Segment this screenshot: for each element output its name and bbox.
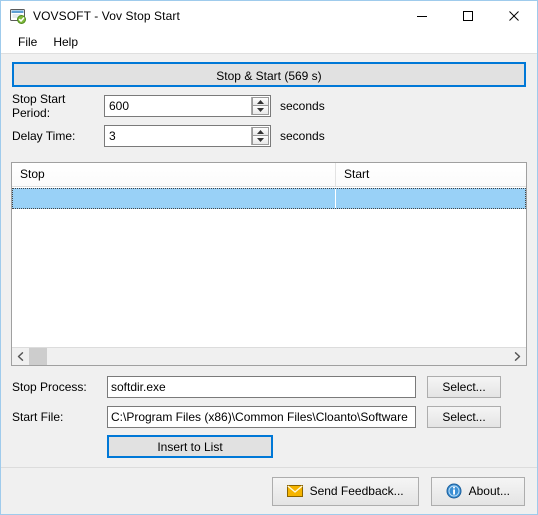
start-file-row: Start File: Select... xyxy=(12,405,526,428)
about-label: About... xyxy=(468,484,510,498)
stop-start-period-label: Stop Start Period: xyxy=(12,92,66,120)
insert-to-list-button[interactable]: Insert to List xyxy=(107,435,273,458)
spinner-down-button[interactable] xyxy=(252,106,269,115)
schedule-list-view[interactable]: Stop Start xyxy=(11,162,527,366)
envelope-icon xyxy=(286,485,303,497)
start-file-input[interactable] xyxy=(107,405,416,428)
menu-item-help[interactable]: Help xyxy=(45,33,86,51)
start-file-select-button[interactable]: Select... xyxy=(427,405,501,428)
horizontal-scrollbar[interactable] xyxy=(12,347,526,365)
delay-time-unit: seconds xyxy=(280,129,325,143)
stop-process-select-button[interactable]: Select... xyxy=(427,375,501,398)
app-window-green-badge-icon xyxy=(10,8,26,24)
spinner-up-button[interactable] xyxy=(252,127,269,136)
cell-stop xyxy=(12,188,336,209)
maximize-icon xyxy=(463,11,473,21)
column-header-stop[interactable]: Stop xyxy=(12,163,336,186)
stop-process-label: Stop Process: xyxy=(12,379,87,394)
delay-time-stepper[interactable] xyxy=(104,125,271,147)
list-body[interactable] xyxy=(12,187,526,347)
cell-start xyxy=(336,188,526,209)
delay-time-spinner-buttons xyxy=(251,127,269,145)
stop-start-period-input[interactable] xyxy=(105,96,251,116)
stop-and-start-button[interactable]: Stop & Start (569 s) xyxy=(12,62,526,87)
send-feedback-button[interactable]: Send Feedback... xyxy=(271,476,419,506)
bottom-form: Stop Process: Select... Start File: Sele… xyxy=(1,366,537,458)
table-row[interactable] xyxy=(12,188,526,209)
close-icon xyxy=(509,11,519,21)
spinner-up-icon xyxy=(257,129,264,134)
insert-row: Insert to List xyxy=(12,435,526,458)
minimize-button[interactable] xyxy=(399,1,445,31)
application-window: VOVSOFT - Vov Stop Start File Help Stop … xyxy=(0,0,538,515)
spinner-up-icon xyxy=(257,99,264,104)
scrollbar-thumb[interactable] xyxy=(29,348,47,365)
minimize-icon xyxy=(417,16,427,17)
close-button[interactable] xyxy=(491,1,537,31)
stop-start-period-spinner-buttons xyxy=(251,97,269,115)
delay-time-row: Delay Time: seconds xyxy=(12,125,526,147)
about-button[interactable]: About... xyxy=(430,476,525,506)
window-title: VOVSOFT - Vov Stop Start xyxy=(33,9,180,23)
spinner-down-icon xyxy=(257,108,264,112)
column-header-start[interactable]: Start xyxy=(336,163,526,186)
maximize-button[interactable] xyxy=(445,1,491,31)
info-circle-icon xyxy=(446,483,462,499)
stop-process-input[interactable] xyxy=(107,375,416,398)
stop-start-period-stepper[interactable] xyxy=(104,95,271,117)
spinner-down-button[interactable] xyxy=(252,136,269,145)
menu-bar: File Help xyxy=(1,31,537,54)
menu-item-file[interactable]: File xyxy=(10,33,45,51)
spinner-up-button[interactable] xyxy=(252,97,269,106)
delay-time-input[interactable] xyxy=(105,126,251,146)
window-controls xyxy=(399,1,537,31)
footer-bar: Send Feedback... About... xyxy=(1,467,537,514)
chevron-right-icon[interactable] xyxy=(509,348,526,365)
chevron-left-icon[interactable] xyxy=(12,348,29,365)
stop-start-period-row: Stop Start Period: seconds xyxy=(12,92,526,120)
start-file-label: Start File: xyxy=(12,409,64,424)
stop-start-period-unit: seconds xyxy=(280,99,325,113)
scrollbar-track[interactable] xyxy=(29,348,509,365)
send-feedback-label: Send Feedback... xyxy=(309,484,404,498)
title-bar: VOVSOFT - Vov Stop Start xyxy=(1,1,537,31)
top-panel: Stop & Start (569 s) Stop Start Period: xyxy=(1,54,537,153)
delay-time-label: Delay Time: xyxy=(12,129,76,143)
list-header: Stop Start xyxy=(12,163,526,187)
stop-process-row: Stop Process: Select... xyxy=(12,375,526,398)
spinner-down-icon xyxy=(257,138,264,142)
